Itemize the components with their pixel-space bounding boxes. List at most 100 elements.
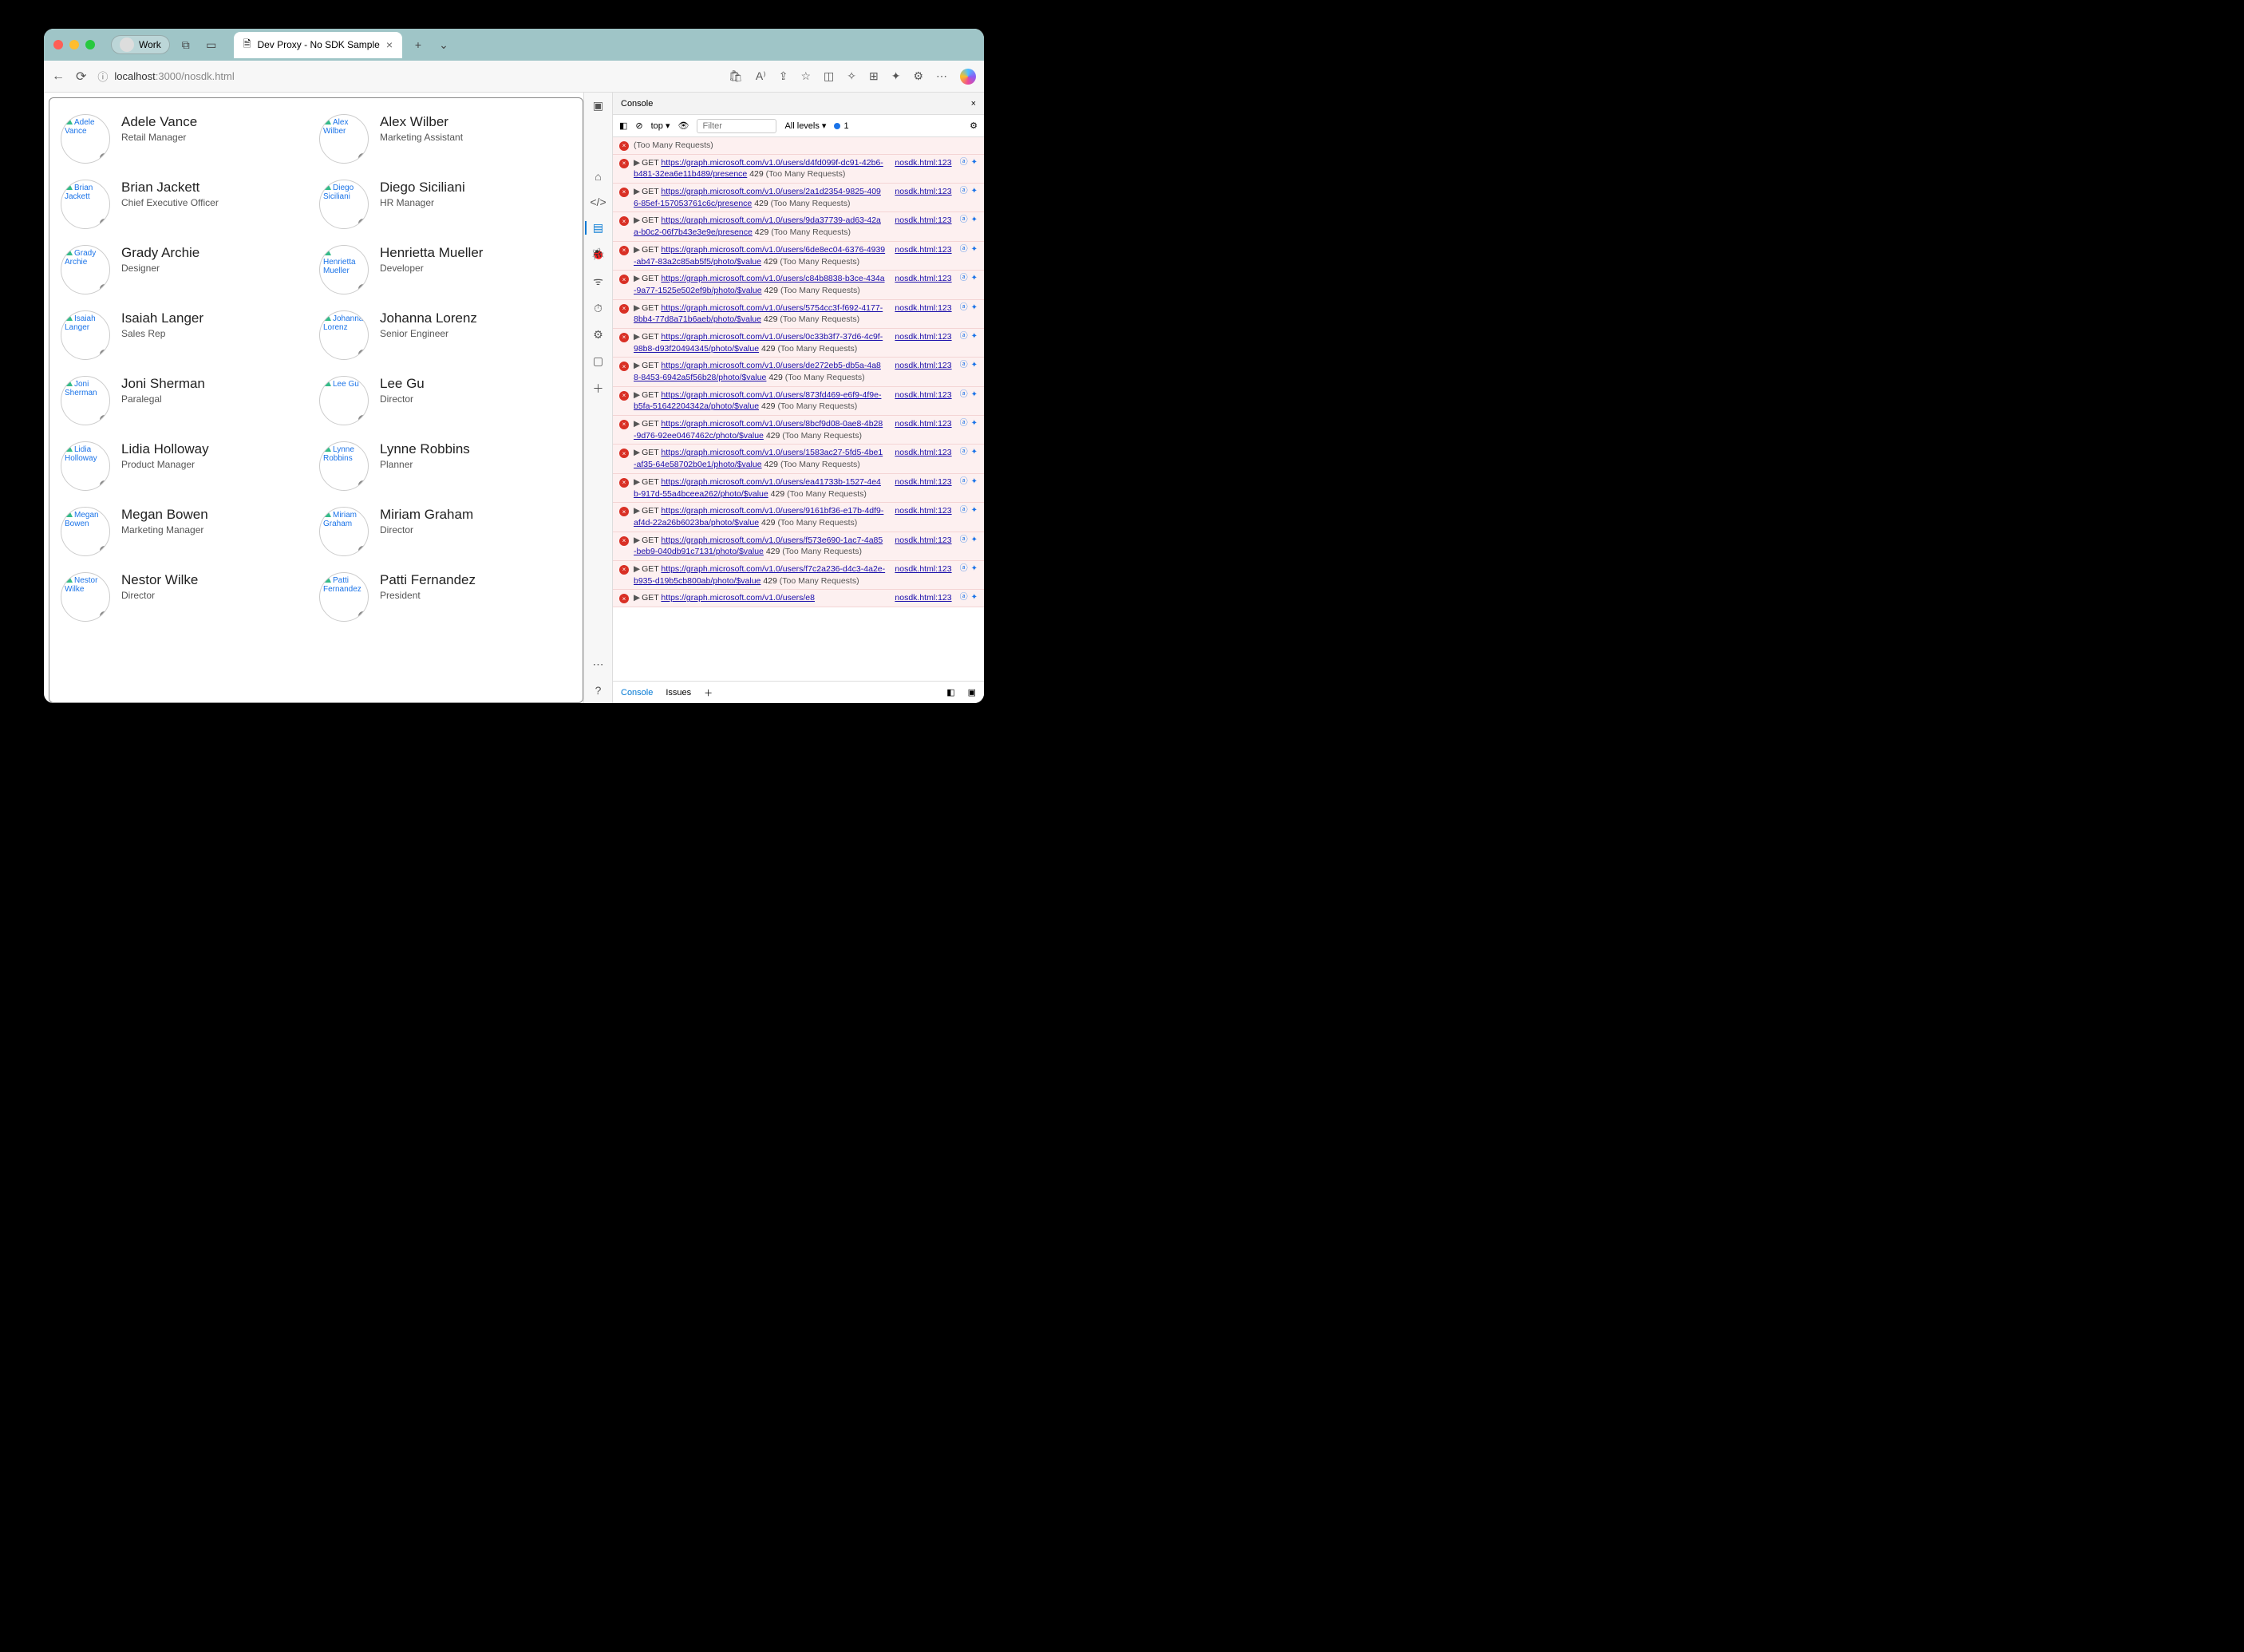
disclosure-icon[interactable]: ▶ [634,158,640,168]
debugger-icon[interactable]: 🐞 [591,247,605,261]
disclosure-icon[interactable]: ▶ [634,245,640,255]
copilot-icon[interactable]: ✦ [971,563,978,587]
ai-explain-icon[interactable]: ⓐ [960,418,968,441]
disclosure-icon[interactable]: ▶ [634,506,640,516]
copilot-icon[interactable]: ✦ [971,389,978,413]
console-entry[interactable]: ×(Too Many Requests) [613,137,984,155]
console-entry[interactable]: × ▶GET https://graph.microsoft.com/v1.0/… [613,561,984,590]
source-link[interactable]: nosdk.html:123 [895,186,951,209]
console-entry[interactable]: × ▶GET https://graph.microsoft.com/v1.0/… [613,300,984,329]
copilot-icon[interactable]: ✦ [971,302,978,326]
more-tools-icon[interactable]: ⋯ [593,658,604,671]
console-output[interactable]: ×(Too Many Requests) × ▶GET https://graph… [613,137,984,681]
performance-icon[interactable]: ⚙ [913,69,923,83]
context-selector[interactable]: top ▾ [651,121,670,131]
minimize-window-button[interactable] [69,40,79,49]
console-entry[interactable]: × ▶GET https://graph.microsoft.com/v1.0/… [613,387,984,416]
ai-explain-icon[interactable]: ⓐ [960,186,968,209]
ai-explain-icon[interactable]: ⓐ [960,535,968,558]
ai-explain-icon[interactable]: ⓐ [960,331,968,354]
ai-explain-icon[interactable]: ⓐ [960,273,968,296]
console-entry[interactable]: × ▶GET https://graph.microsoft.com/v1.0/… [613,212,984,241]
source-link[interactable]: nosdk.html:123 [895,360,951,383]
browser-tab[interactable]: 🗎 Dev Proxy - No SDK Sample × [234,32,402,58]
copilot-icon[interactable]: ✦ [971,418,978,441]
log-levels-selector[interactable]: All levels ▾ [784,121,826,131]
close-tab-button[interactable]: × [386,38,393,51]
console-entry[interactable]: × ▶GET https://graph.microsoft.com/v1.0/… [613,416,984,445]
elements-icon[interactable]: </> [590,196,606,208]
ai-explain-icon[interactable]: ⓐ [960,360,968,383]
collections-icon[interactable]: ⊞ [869,69,879,83]
address-bar[interactable]: ⓘ localhost:3000/nosdk.html [97,69,717,84]
request-url-link[interactable]: https://graph.microsoft.com/v1.0/users/e… [661,593,815,603]
copilot-icon[interactable]: ✦ [971,215,978,238]
disclosure-icon[interactable]: ▶ [634,187,640,196]
read-aloud-icon[interactable]: A⁾ [756,69,766,83]
drawer-add-icon[interactable]: ＋ [704,686,713,699]
disclosure-icon[interactable]: ▶ [634,215,640,225]
source-link[interactable]: nosdk.html:123 [895,535,951,558]
source-link[interactable]: nosdk.html:123 [895,389,951,413]
ai-explain-icon[interactable]: ⓐ [960,244,968,267]
console-entry[interactable]: × ▶GET https://graph.microsoft.com/v1.0/… [613,184,984,212]
new-tab-button[interactable]: + [409,35,428,54]
refresh-button[interactable]: ⟳ [76,69,86,85]
performance-tab-icon[interactable]: ⏱ [594,302,602,315]
console-entry[interactable]: × ▶GET https://graph.microsoft.com/v1.0/… [613,474,984,503]
issues-badge[interactable]: 1 [834,121,848,131]
add-tool-icon[interactable]: ＋ [593,381,604,397]
ai-explain-icon[interactable]: ⓐ [960,215,968,238]
disclosure-icon[interactable]: ▶ [634,419,640,429]
ai-explain-icon[interactable]: ⓐ [960,302,968,326]
disclosure-icon[interactable]: ▶ [634,593,640,603]
devtools-close-button[interactable]: × [971,99,976,109]
application-icon[interactable]: ▢ [593,354,603,368]
source-link[interactable]: nosdk.html:123 [895,157,951,180]
disclosure-icon[interactable]: ▶ [634,390,640,400]
tab-actions-button[interactable]: ⌄ [434,35,453,54]
console-entry[interactable]: × ▶GET https://graph.microsoft.com/v1.0/… [613,503,984,532]
extensions-icon[interactable]: ✦ [891,69,901,83]
disclosure-icon[interactable]: ▶ [634,536,640,545]
network-icon[interactable]: ᯤ [593,274,603,289]
split-screen-icon[interactable]: ◫ [824,69,834,83]
favorite-icon[interactable]: ☆ [800,69,811,83]
site-info-icon[interactable]: ⓘ [97,69,108,84]
drawer-issues-tab[interactable]: Issues [666,688,691,698]
ai-explain-icon[interactable]: ⓐ [960,157,968,180]
source-link[interactable]: nosdk.html:123 [895,331,951,354]
copilot-icon[interactable]: ✦ [971,273,978,296]
console-entry[interactable]: × ▶GET https://graph.microsoft.com/v1.0/… [613,271,984,299]
profile-switcher[interactable]: Work [111,35,170,54]
source-link[interactable]: nosdk.html:123 [895,273,951,296]
source-link[interactable]: nosdk.html:123 [895,447,951,470]
close-window-button[interactable] [53,40,63,49]
console-entry[interactable]: × ▶GET https://graph.microsoft.com/v1.0/… [613,329,984,358]
source-link[interactable]: nosdk.html:123 [895,563,951,587]
source-link[interactable]: nosdk.html:123 [895,476,951,500]
console-entry[interactable]: × ▶GET https://graph.microsoft.com/v1.0/… [613,532,984,561]
help-icon[interactable]: ? [595,684,602,697]
copilot-icon[interactable]: ✦ [971,592,978,604]
console-entry[interactable]: × ▶GET https://graph.microsoft.com/v1.0/… [613,445,984,473]
share-icon[interactable]: ⇪ [779,69,788,83]
source-link[interactable]: nosdk.html:123 [895,592,951,604]
drawer-dock-icon[interactable]: ◧ [946,687,954,698]
live-expression-icon[interactable]: 👁 [678,121,689,131]
source-link[interactable]: nosdk.html:123 [895,505,951,528]
copilot-icon[interactable]: ✦ [971,505,978,528]
disclosure-icon[interactable]: ▶ [634,332,640,342]
sidebar-toggle-icon[interactable]: ◧ [619,121,627,131]
workspaces-icon[interactable]: ⧉ [176,35,196,54]
copilot-icon[interactable]: ✦ [971,535,978,558]
more-icon[interactable]: ⋯ [936,69,947,83]
console-icon[interactable]: ▤ [593,221,603,235]
console-entry[interactable]: × ▶GET https://graph.microsoft.com/v1.0/… [613,590,984,607]
welcome-icon[interactable]: ⌂ [595,170,601,183]
ai-explain-icon[interactable]: ⓐ [960,476,968,500]
console-settings-icon[interactable]: ⚙ [970,121,978,131]
memory-icon[interactable]: ⚙ [593,328,603,342]
source-link[interactable]: nosdk.html:123 [895,244,951,267]
copilot-icon[interactable]: ✦ [971,447,978,470]
